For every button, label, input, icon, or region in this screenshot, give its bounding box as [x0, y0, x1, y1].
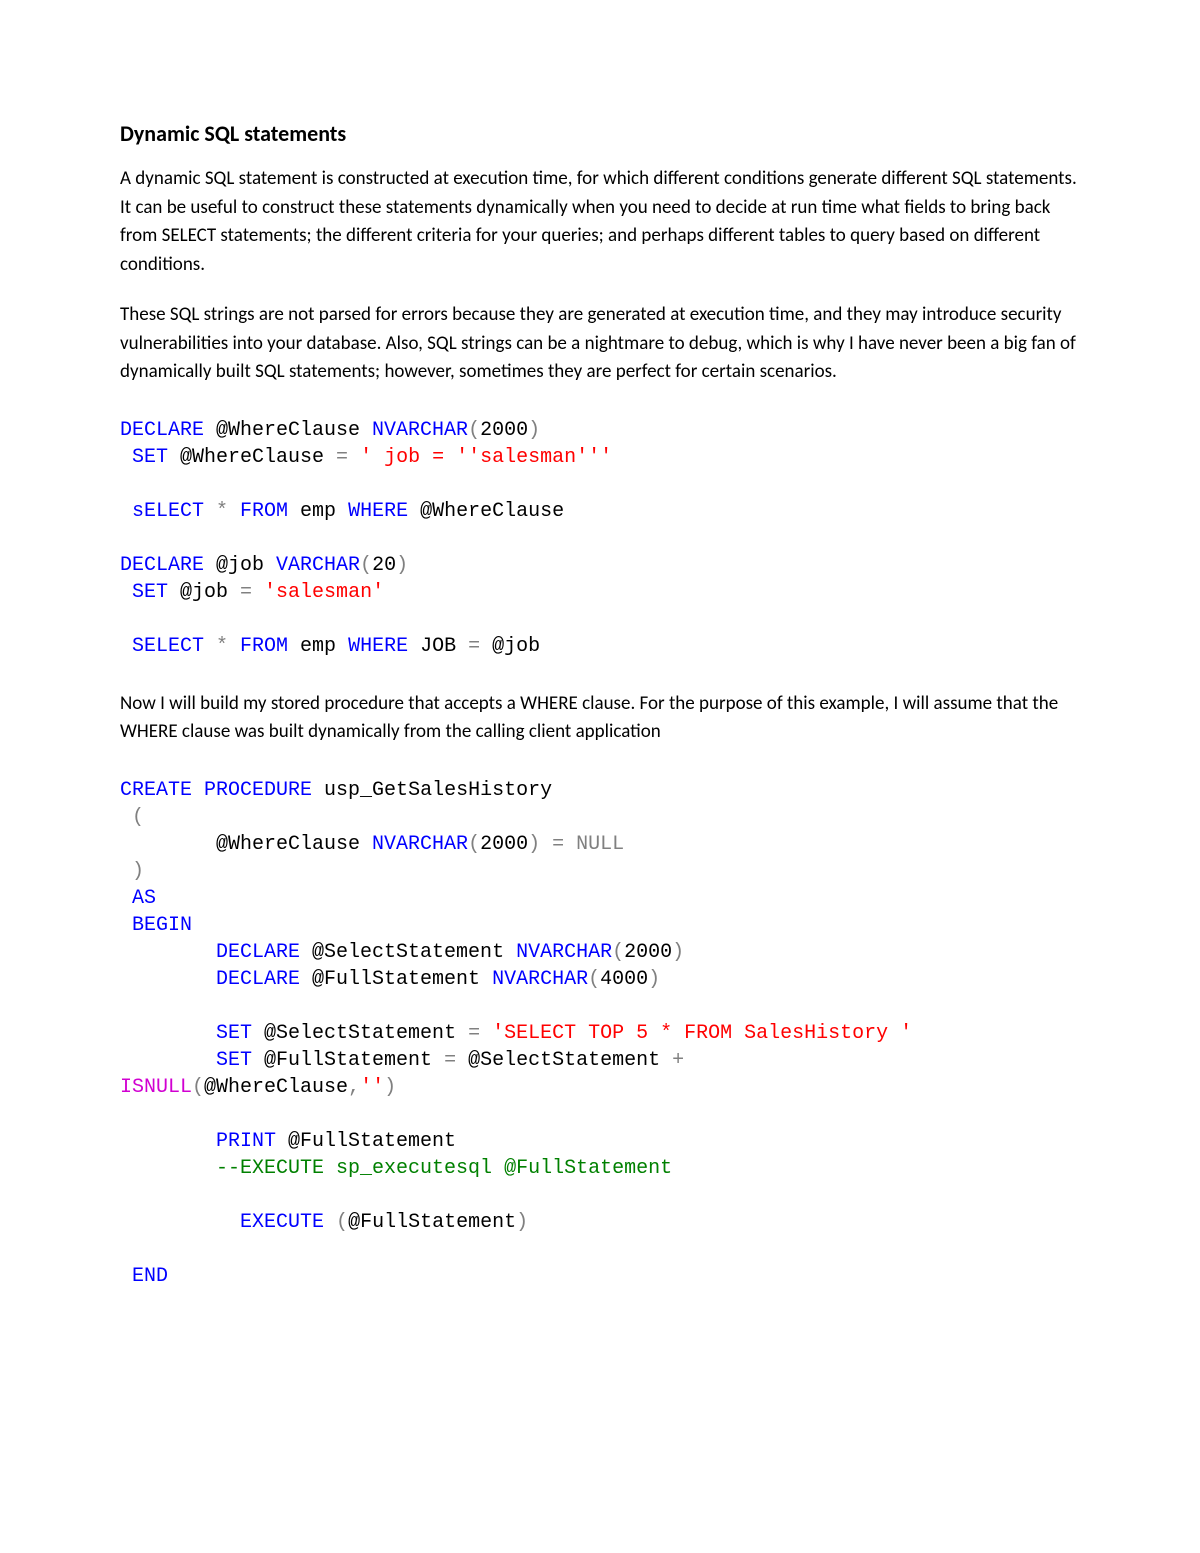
code-token: ): [672, 941, 684, 964]
code-token: ): [516, 1211, 528, 1234]
code-token: *: [216, 500, 228, 523]
code-token: @WhereClause: [168, 446, 336, 469]
code-token: (: [120, 806, 144, 829]
code-token: NULL: [564, 833, 624, 856]
code-token: SET: [120, 581, 168, 604]
code-token: SET: [120, 1049, 252, 1072]
document-page: Dynamic SQL statements A dynamic SQL sta…: [0, 0, 1200, 1553]
code-token: WHERE: [348, 500, 408, 523]
code-token: 4000: [600, 968, 648, 991]
code-token: =: [240, 581, 252, 604]
code-token: @FullStatement: [252, 1049, 444, 1072]
code-token: 2000: [480, 833, 528, 856]
code-token: ,: [348, 1076, 360, 1099]
code-token: =: [336, 446, 348, 469]
code-token: ): [384, 1076, 396, 1099]
code-token: ): [648, 968, 660, 991]
code-token: SELECT: [120, 635, 216, 658]
code-token: @FullStatement: [300, 968, 492, 991]
code-token: ): [528, 419, 540, 442]
paragraph-2: These SQL strings are not parsed for err…: [120, 301, 1080, 387]
code-token: CREATE: [120, 779, 192, 802]
code-token: ): [120, 860, 144, 883]
code-token: WHERE: [348, 635, 408, 658]
code-block-2: CREATE PROCEDURE usp_GetSalesHistory ( @…: [120, 777, 1080, 1290]
code-token: (: [468, 419, 480, 442]
code-token: @SelectStatement: [252, 1022, 468, 1045]
code-token: @FullStatement: [276, 1130, 456, 1153]
code-token: BEGIN: [120, 914, 192, 937]
code-token: @WhereClause: [204, 419, 372, 442]
code-token: END: [120, 1265, 168, 1288]
code-token: *: [216, 635, 228, 658]
code-token: (: [612, 941, 624, 964]
code-token: --EXECUTE sp_executesql @FullStatement: [120, 1157, 672, 1180]
code-token: AS: [120, 887, 156, 910]
code-token: NVARCHAR: [372, 419, 468, 442]
code-token: JOB: [408, 635, 468, 658]
code-token: @job: [168, 581, 240, 604]
code-token: @FullStatement: [348, 1211, 516, 1234]
code-token: NVARCHAR: [372, 833, 468, 856]
code-token: (: [336, 1211, 348, 1234]
code-token: ISNULL: [120, 1076, 192, 1099]
code-token: 20: [372, 554, 396, 577]
code-token: =: [468, 1022, 480, 1045]
code-token: DECLARE: [120, 554, 204, 577]
code-token: ): [528, 833, 540, 856]
code-token: @WhereClause: [408, 500, 564, 523]
code-token: ): [396, 554, 408, 577]
code-token: @job: [204, 554, 276, 577]
code-token: emp: [288, 635, 348, 658]
code-token: DECLARE: [120, 941, 300, 964]
code-token: PRINT: [120, 1130, 276, 1153]
code-token: emp: [288, 500, 348, 523]
code-token: (: [588, 968, 600, 991]
code-token: @WhereClause: [204, 1076, 348, 1099]
code-token: DECLARE: [120, 968, 300, 991]
code-token: @WhereClause: [120, 833, 372, 856]
page-title: Dynamic SQL statements: [120, 120, 1080, 147]
code-token: (: [360, 554, 372, 577]
code-token: =: [540, 833, 564, 856]
code-token: sELECT: [120, 500, 216, 523]
code-token: 'salesman': [252, 581, 384, 604]
code-token: @job: [480, 635, 540, 658]
code-token: 2000: [480, 419, 528, 442]
paragraph-3: Now I will build my stored procedure tha…: [120, 690, 1080, 747]
code-token: SET: [120, 446, 168, 469]
code-token: (: [192, 1076, 204, 1099]
code-token: DECLARE: [120, 419, 204, 442]
code-token: FROM: [228, 500, 288, 523]
code-token: ' job = ''salesman''': [348, 446, 612, 469]
code-token: FROM: [228, 635, 288, 658]
code-token: @SelectStatement: [300, 941, 516, 964]
code-token: 'SELECT TOP 5 * FROM SalesHistory ': [480, 1022, 912, 1045]
code-block-1: DECLARE @WhereClause NVARCHAR(2000) SET …: [120, 417, 1080, 660]
code-token: usp_GetSalesHistory: [312, 779, 552, 802]
code-token: NVARCHAR: [516, 941, 612, 964]
code-token: =: [468, 635, 480, 658]
code-token: =: [444, 1049, 456, 1072]
code-token: @SelectStatement: [456, 1049, 672, 1072]
code-token: EXECUTE: [120, 1211, 336, 1234]
code-token: (: [468, 833, 480, 856]
code-token: PROCEDURE: [192, 779, 312, 802]
code-token: NVARCHAR: [492, 968, 588, 991]
code-token: 2000: [624, 941, 672, 964]
code-token: VARCHAR: [276, 554, 360, 577]
code-token: +: [672, 1049, 684, 1072]
paragraph-1: A dynamic SQL statement is constructed a…: [120, 165, 1080, 279]
code-token: SET: [120, 1022, 252, 1045]
code-token: '': [360, 1076, 384, 1099]
